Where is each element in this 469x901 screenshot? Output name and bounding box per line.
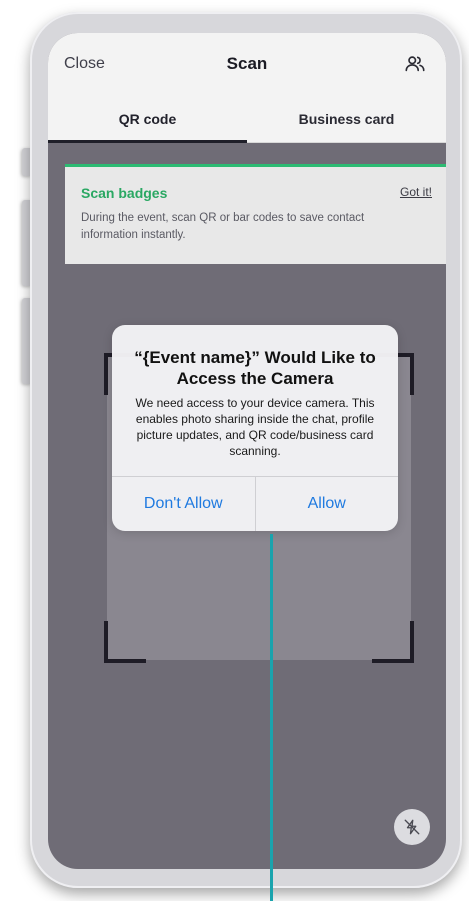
close-button[interactable]: Close: [64, 55, 105, 73]
tab-qr-code[interactable]: QR code: [48, 95, 247, 143]
flash-toggle-button[interactable]: [394, 809, 430, 845]
dialog-title: “{Event name}” Would Like to Access the …: [134, 348, 376, 388]
annotation-pointer-line: [270, 534, 273, 901]
scan-badges-banner: Scan badges Got it! During the event, sc…: [65, 164, 446, 264]
got-it-link[interactable]: Got it!: [400, 185, 432, 199]
dialog-message: We need access to your device camera. Th…: [135, 396, 375, 458]
camera-permission-dialog: “{Event name}” Would Like to Access the …: [112, 325, 398, 531]
scan-tabs: QR code Business card: [48, 95, 446, 143]
flash-off-icon: [404, 819, 420, 835]
banner-title: Scan badges: [81, 185, 168, 201]
tab-business-card[interactable]: Business card: [247, 95, 446, 142]
page-title: Scan: [226, 54, 268, 73]
people-icon[interactable]: [404, 53, 426, 75]
banner-body: During the event, scan QR or bar codes t…: [81, 212, 365, 241]
allow-button[interactable]: Allow: [254, 477, 399, 531]
dialog-actions: Don't Allow Allow: [112, 476, 398, 531]
dont-allow-button[interactable]: Don't Allow: [112, 477, 255, 531]
scan-screen: Close Scan QR code Business card Scan ba…: [48, 33, 446, 869]
nav-bar: Close Scan: [48, 33, 446, 95]
